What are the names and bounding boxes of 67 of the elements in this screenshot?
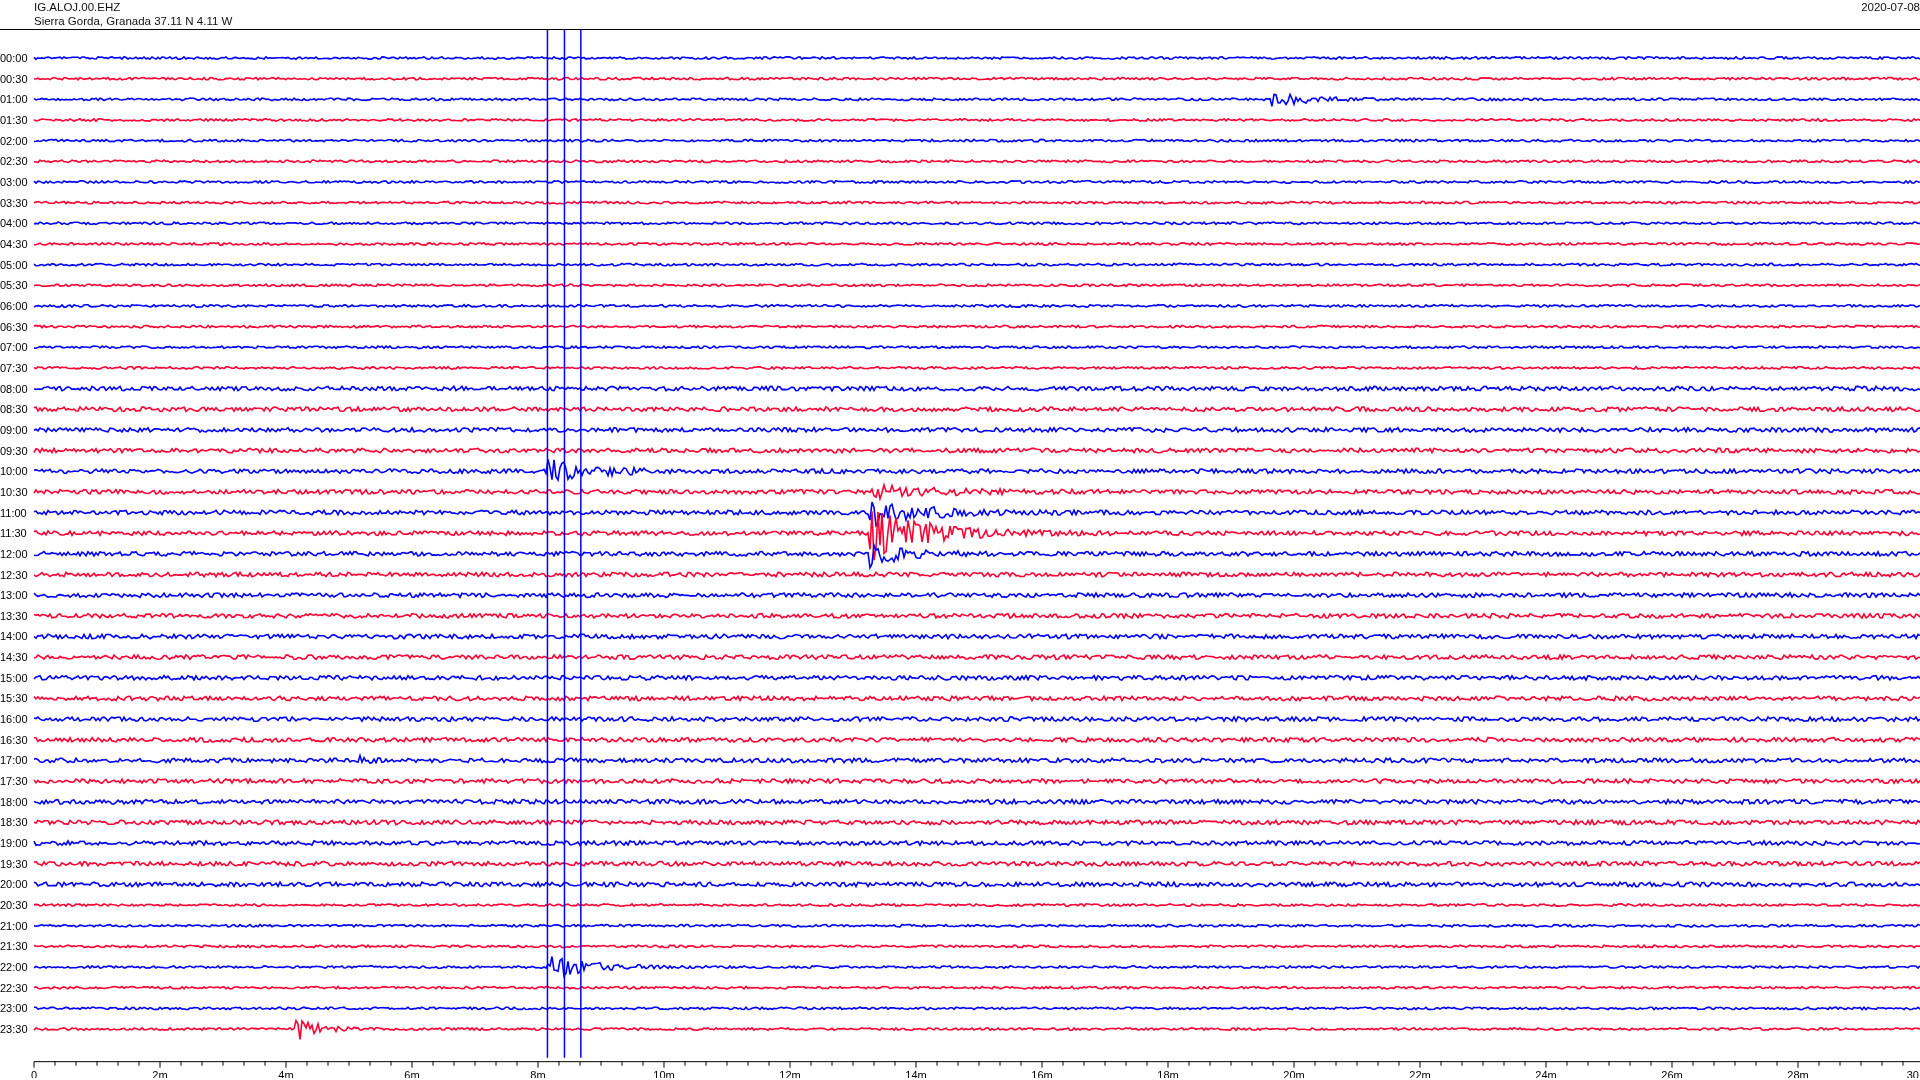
row-time-label: 05:00 bbox=[0, 258, 28, 271]
row-time-label: 13:30 bbox=[0, 609, 28, 622]
row-time-label: 05:30 bbox=[0, 279, 28, 292]
axis-tick-label: 12m bbox=[779, 1068, 801, 1078]
row-time-label: 09:30 bbox=[0, 444, 28, 457]
row-time-label: 10:30 bbox=[0, 485, 28, 498]
axis-tick-label: 22m bbox=[1409, 1068, 1431, 1078]
row-time-label: 07:30 bbox=[0, 361, 28, 374]
row-time-label: 11:30 bbox=[0, 527, 27, 540]
row-time-label: 11:00 bbox=[0, 506, 27, 519]
axis-tick-label: 20m bbox=[1283, 1068, 1305, 1078]
row-time-label: 08:00 bbox=[0, 382, 28, 395]
row-time-label: 03:00 bbox=[0, 175, 28, 188]
row-time-label: 16:00 bbox=[0, 713, 28, 726]
row-time-label: 01:00 bbox=[0, 93, 28, 106]
row-time-label: 14:00 bbox=[0, 630, 28, 643]
row-time-label: 10:00 bbox=[0, 465, 28, 478]
row-time-label: 20:30 bbox=[0, 899, 28, 912]
axis-tick-label: 24m bbox=[1535, 1068, 1557, 1078]
row-time-label: 17:30 bbox=[0, 775, 28, 788]
axis-tick-label: 14m bbox=[905, 1068, 927, 1078]
row-time-label: 22:00 bbox=[0, 961, 28, 974]
row-time-label: 07:00 bbox=[0, 341, 28, 354]
row-time-label: 23:00 bbox=[0, 1002, 28, 1015]
axis-tick-label: 16m bbox=[1031, 1068, 1053, 1078]
axis-tick-label: 6m bbox=[404, 1068, 420, 1078]
axis-tick-label: 0 bbox=[30, 1068, 38, 1078]
row-time-label: 18:30 bbox=[0, 816, 28, 829]
row-time-label: 03:30 bbox=[0, 196, 28, 209]
row-time-label: 12:00 bbox=[0, 547, 28, 560]
row-time-label: 15:30 bbox=[0, 692, 28, 705]
axis-tick-label: 28m bbox=[1787, 1068, 1809, 1078]
row-time-label: 21:00 bbox=[0, 919, 28, 932]
axis-tick-label: 10m bbox=[653, 1068, 675, 1078]
row-time-label: 19:30 bbox=[0, 857, 28, 870]
row-time-label: 02:00 bbox=[0, 134, 28, 147]
row-time-label: 00:00 bbox=[0, 52, 28, 64]
row-time-label: 19:00 bbox=[0, 837, 28, 850]
axis-tick-label: 26m bbox=[1661, 1068, 1683, 1078]
row-time-label: 17:00 bbox=[0, 754, 28, 767]
row-time-label: 06:00 bbox=[0, 299, 28, 312]
row-time-label: 21:30 bbox=[0, 940, 28, 953]
row-time-label: 15:00 bbox=[0, 671, 28, 684]
row-time-label: 08:30 bbox=[0, 403, 28, 416]
axis-tick-label: 8m bbox=[530, 1068, 546, 1078]
row-time-label: 04:00 bbox=[0, 217, 28, 230]
axis-tick-label: 18m bbox=[1157, 1068, 1179, 1078]
row-time-label: 16:30 bbox=[0, 733, 28, 746]
row-time-label: 22:30 bbox=[0, 981, 28, 994]
row-time-label: 01:30 bbox=[0, 114, 28, 126]
plot-date: 2020-07-08 bbox=[1861, 0, 1920, 14]
station-location: Sierra Gorda, Granada 37.11 N 4.11 W bbox=[34, 14, 233, 28]
row-time-label: 02:30 bbox=[0, 155, 28, 168]
row-time-label: 04:30 bbox=[0, 237, 28, 250]
row-time-label: 18:00 bbox=[0, 795, 28, 808]
row-time-label: 23:30 bbox=[0, 1023, 28, 1035]
row-time-label: 14:30 bbox=[0, 651, 28, 664]
row-time-label: 13:00 bbox=[0, 589, 28, 602]
axis-tick-label: 4m bbox=[278, 1068, 294, 1078]
row-time-label: 09:00 bbox=[0, 423, 28, 436]
station-code: IG.ALOJ.00.EHZ bbox=[34, 0, 122, 14]
row-time-label: 06:30 bbox=[0, 320, 28, 333]
row-time-label: 12:30 bbox=[0, 568, 28, 581]
row-time-label: 20:00 bbox=[0, 878, 28, 891]
axis-tick-label: 30 bbox=[1906, 1068, 1919, 1078]
row-time-label: 00:30 bbox=[0, 72, 28, 85]
axis-tick-label: 2m bbox=[152, 1068, 168, 1078]
